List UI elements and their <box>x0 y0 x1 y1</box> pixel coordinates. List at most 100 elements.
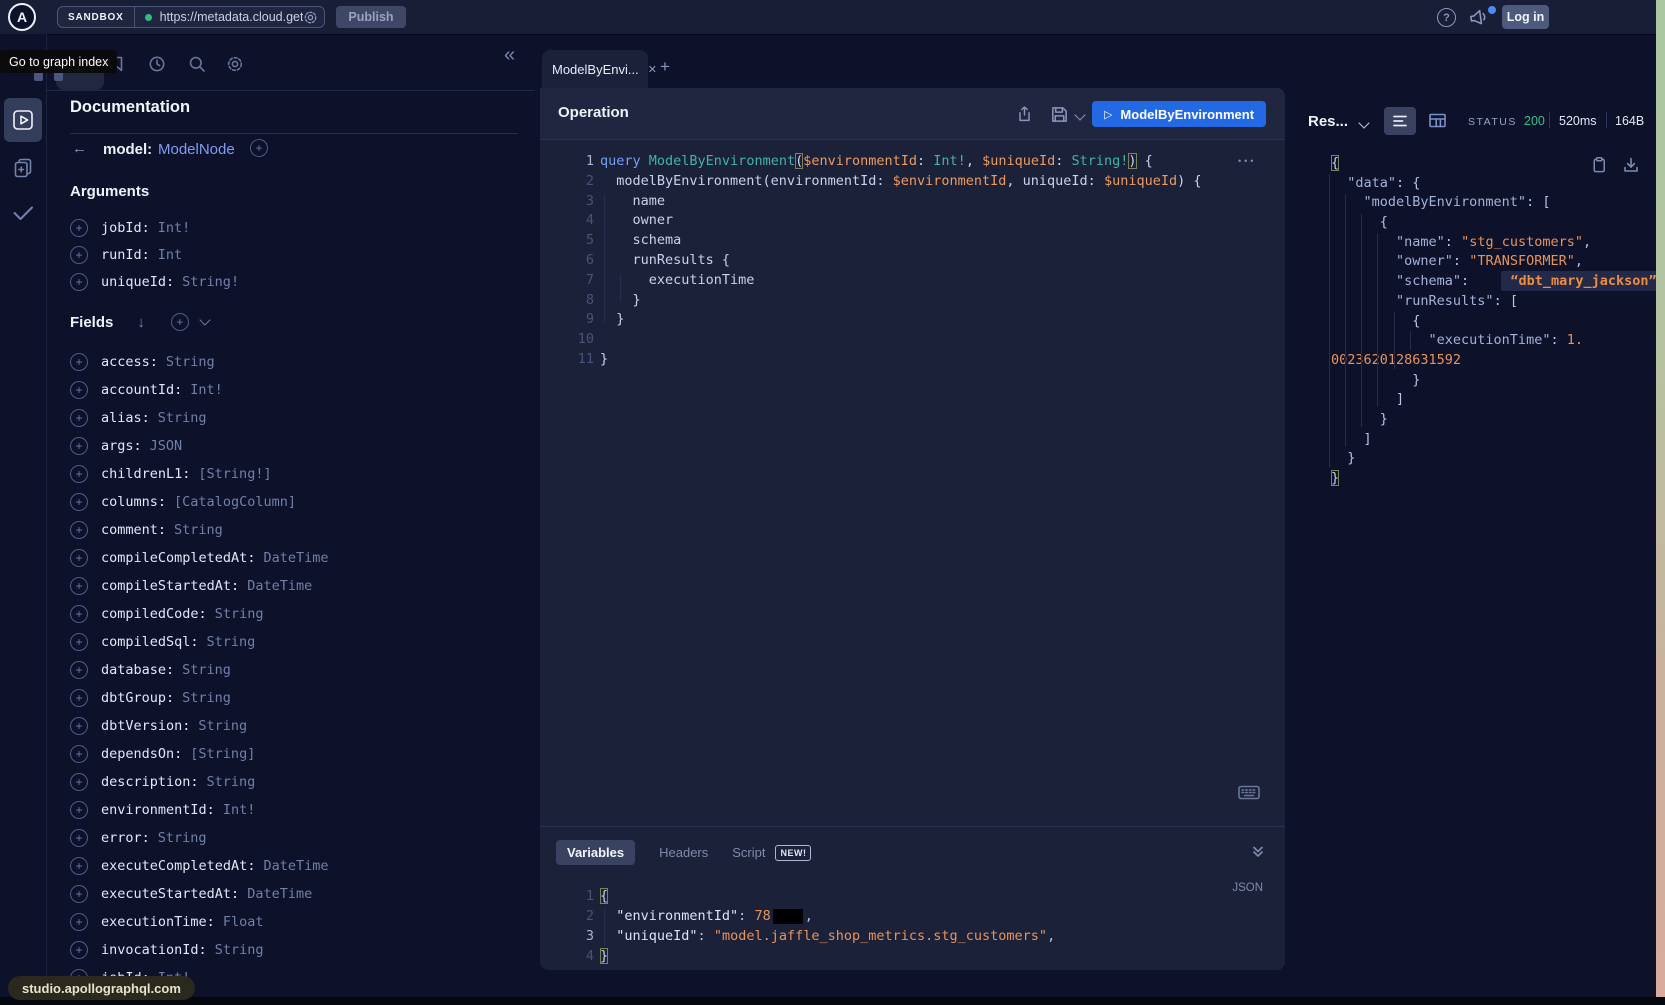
response-format-list-button[interactable] <box>1384 107 1416 135</box>
add-field-button[interactable]: + <box>70 745 88 763</box>
field-type-link[interactable]: Int! <box>223 802 256 818</box>
add-all-fields-button[interactable]: + <box>171 313 189 331</box>
add-field-button[interactable]: + <box>70 549 88 567</box>
add-argument-button[interactable]: + <box>70 246 88 264</box>
field-name: columns: <box>101 494 166 510</box>
keyboard-shortcuts-icon[interactable] <box>1238 785 1260 800</box>
selected-field-type-link[interactable]: ModelNode <box>158 141 235 158</box>
login-button[interactable]: Log in <box>1502 5 1549 29</box>
add-field-button[interactable]: + <box>70 829 88 847</box>
field-name: dbtGroup: <box>101 690 174 706</box>
response-selector-chevron-icon[interactable] <box>1358 117 1369 128</box>
help-icon[interactable]: ? <box>1437 8 1456 27</box>
field-type-link[interactable]: DateTime <box>263 550 328 566</box>
field-type-link[interactable]: DateTime <box>247 886 312 902</box>
field-type-link[interactable]: String <box>166 354 215 370</box>
documents-plus-icon <box>12 157 34 179</box>
argument-type-link[interactable]: String! <box>182 274 239 290</box>
settings-gear-icon[interactable] <box>226 55 244 73</box>
field-type-link[interactable]: String <box>182 662 231 678</box>
add-field-button[interactable]: + <box>70 885 88 903</box>
endpoint-url-input[interactable]: https://metadata.cloud.get <box>160 10 303 24</box>
add-field-button[interactable]: + <box>70 493 88 511</box>
collapse-variables-icon[interactable] <box>1251 844 1265 858</box>
operation-editor[interactable]: 1query ModelByEnvironment($environmentId… <box>540 152 1285 370</box>
field-type-link[interactable]: JSON <box>150 438 183 454</box>
add-field-button[interactable]: + <box>70 521 88 539</box>
publish-button[interactable]: Publish <box>336 6 406 28</box>
checks-nav-button[interactable] <box>11 200 35 224</box>
announcements-icon[interactable] <box>1468 7 1488 27</box>
add-field-button[interactable]: + <box>70 437 88 455</box>
share-icon[interactable] <box>1015 105 1034 124</box>
response-duration: 520ms <box>1559 114 1597 128</box>
field-type-link[interactable]: [String!] <box>198 466 271 482</box>
field-name: compiledCode: <box>101 606 207 622</box>
endpoint-settings-gear-icon[interactable] <box>303 10 318 25</box>
explorer-nav-button[interactable] <box>4 98 42 142</box>
new-tab-button[interactable]: + <box>660 57 670 77</box>
status-bar-url: studio.apollographql.com <box>8 976 195 1000</box>
add-field-button[interactable]: + <box>70 409 88 427</box>
field-row: + compileStartedAt: DateTime <box>70 572 328 600</box>
add-field-button[interactable]: + <box>70 913 88 931</box>
indent-guide <box>604 194 605 322</box>
collapse-panel-icon[interactable]: « <box>504 44 515 67</box>
add-field-button[interactable]: + <box>70 633 88 651</box>
add-field-button[interactable]: + <box>70 773 88 791</box>
operation-tab[interactable]: ModelByEnvi... ✕ <box>542 50 648 88</box>
field-type-link[interactable]: String <box>158 410 207 426</box>
argument-type-link[interactable]: Int! <box>158 220 191 236</box>
field-type-link[interactable]: Float <box>223 914 264 930</box>
response-table-view-icon[interactable] <box>1428 111 1447 130</box>
field-type-link[interactable]: String <box>207 774 256 790</box>
add-argument-button[interactable]: + <box>70 219 88 237</box>
response-selector-label[interactable]: Res... <box>1308 113 1348 130</box>
tab-variables[interactable]: Variables <box>556 840 635 865</box>
response-body: { "data": { "modelByEnvironment": [ { "n… <box>1325 154 1655 489</box>
sort-fields-icon[interactable]: ↓ <box>137 314 145 331</box>
add-field-button[interactable]: + <box>70 353 88 371</box>
close-tab-icon[interactable]: ✕ <box>648 63 657 76</box>
field-type-link[interactable]: String <box>198 718 247 734</box>
save-icon[interactable] <box>1050 105 1069 124</box>
run-operation-button[interactable]: ▷ ModelByEnvironment <box>1092 101 1266 127</box>
add-fields-chevron-icon[interactable] <box>199 314 210 325</box>
add-field-button[interactable]: + <box>70 381 88 399</box>
add-argument-button[interactable]: + <box>70 273 88 291</box>
tab-headers[interactable]: Headers <box>659 845 708 860</box>
field-type-link[interactable]: [String] <box>190 746 255 762</box>
field-type-link[interactable]: DateTime <box>247 578 312 594</box>
add-type-button[interactable]: + <box>250 139 268 157</box>
add-field-button[interactable]: + <box>70 577 88 595</box>
field-type-link[interactable]: Int! <box>190 382 223 398</box>
collections-nav-button[interactable] <box>12 157 34 179</box>
add-field-button[interactable]: + <box>70 465 88 483</box>
add-field-button[interactable]: + <box>70 689 88 707</box>
back-arrow-icon[interactable]: ← <box>72 140 87 157</box>
history-icon[interactable] <box>148 55 166 73</box>
argument-type-link[interactable]: Int <box>158 247 182 263</box>
fields-section-title: Fields <box>70 314 113 331</box>
add-field-button[interactable]: + <box>70 941 88 959</box>
field-type-link[interactable]: String <box>158 830 207 846</box>
apollo-logo[interactable]: A <box>8 3 36 31</box>
field-type-link[interactable]: String <box>207 634 256 650</box>
add-field-button[interactable]: + <box>70 717 88 735</box>
save-menu-chevron-icon[interactable] <box>1074 109 1085 120</box>
field-type-link[interactable]: DateTime <box>263 858 328 874</box>
add-field-button[interactable]: + <box>70 661 88 679</box>
field-type-link[interactable]: String <box>215 942 264 958</box>
field-type-link[interactable]: String <box>174 522 223 538</box>
tab-script[interactable]: Script <box>732 845 765 860</box>
graph-index-icon-dot <box>54 72 63 81</box>
variables-editor[interactable]: 1{2 "environmentId": 78,3 "uniqueId": "m… <box>540 886 1285 966</box>
meta-separator <box>1606 112 1607 128</box>
field-type-link[interactable]: String <box>182 690 231 706</box>
add-field-button[interactable]: + <box>70 801 88 819</box>
add-field-button[interactable]: + <box>70 857 88 875</box>
field-type-link[interactable]: String <box>215 606 264 622</box>
field-type-link[interactable]: [CatalogColumn] <box>174 494 296 510</box>
add-field-button[interactable]: + <box>70 605 88 623</box>
search-icon[interactable] <box>188 55 206 73</box>
